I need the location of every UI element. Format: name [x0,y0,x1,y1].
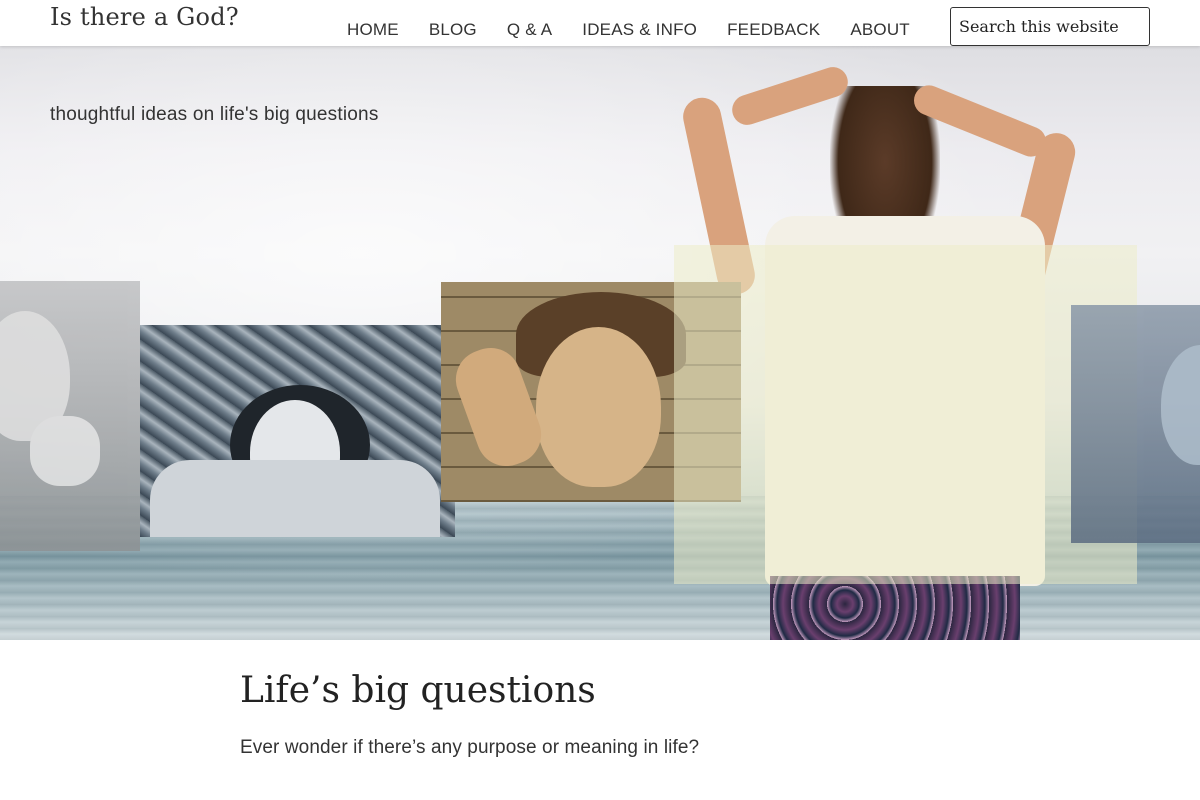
portrait-sweater [150,460,440,537]
main-nav: HOME BLOG Q & A IDEAS & INFO FEEDBACK AB… [347,20,940,40]
hero-tagline: thoughtful ideas on life's big questions [50,104,379,125]
woman-skirt [770,576,1020,640]
nav-item-about[interactable]: ABOUT [850,20,910,40]
nav-item-ideas-info[interactable]: IDEAS & INFO [582,20,697,40]
nav-item-qa[interactable]: Q & A [507,20,552,40]
site-header: Is there a God? HOME BLOG Q & A IDEAS & … [0,0,1200,46]
nav-item-home[interactable]: HOME [347,20,399,40]
hero-banner: thoughtful ideas on life's big questions [0,46,1200,640]
photo-card-person-right [1071,305,1200,543]
search-input[interactable] [950,7,1150,46]
nav-item-feedback[interactable]: FEEDBACK [727,20,820,40]
intro-text: Ever wonder if there’s any purpose or me… [240,737,700,758]
portrait-face [1161,345,1200,465]
portrait-face [536,327,661,487]
page-title: Life’s big questions [240,670,596,711]
portrait-hand [30,416,100,486]
photo-card-overlay-tint [674,245,1137,584]
site-title-link[interactable]: Is there a God? [50,3,239,31]
nav-item-blog[interactable]: BLOG [429,20,477,40]
photo-card-woman-leaves [140,325,455,537]
photo-card-thinking-woman [0,281,140,551]
